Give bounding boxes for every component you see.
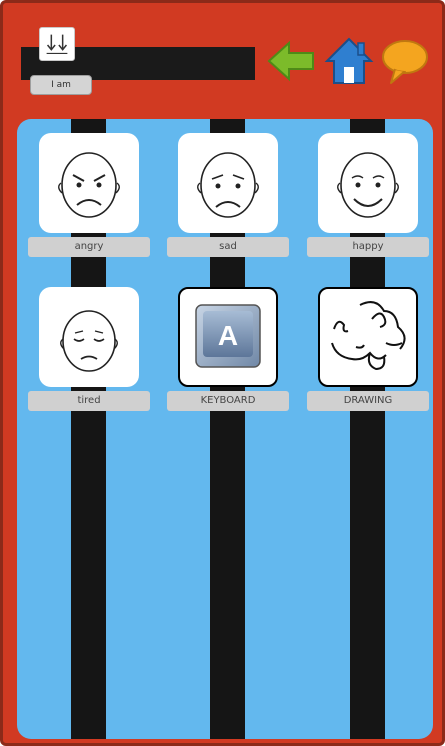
keyboard-key-icon: A xyxy=(195,304,261,368)
tile-tired[interactable] xyxy=(39,287,139,387)
tile-keyboard[interactable]: A xyxy=(178,287,278,387)
sentence-word-tile[interactable] xyxy=(39,27,75,61)
tile-label-tired: tired xyxy=(28,391,150,411)
symbol-grid-panel: angry sad happy tired A KEYBOARD DRAWING xyxy=(17,119,433,739)
tile-happy[interactable] xyxy=(318,133,418,233)
tile-label-angry: angry xyxy=(28,237,150,257)
speak-button[interactable] xyxy=(379,33,431,89)
speech-bubble-icon xyxy=(382,40,428,84)
angry-face-icon xyxy=(58,152,120,218)
tile-sad[interactable] xyxy=(178,133,278,233)
sentence-word-label: I am xyxy=(30,75,92,95)
sad-face-icon xyxy=(197,152,259,218)
home-button[interactable] xyxy=(323,33,375,89)
home-icon xyxy=(324,37,374,84)
tile-label-sad: sad xyxy=(167,237,289,257)
arrows-down-icon xyxy=(46,34,68,55)
back-button[interactable] xyxy=(265,33,317,89)
tile-drawing[interactable] xyxy=(318,287,418,387)
happy-face-icon xyxy=(337,152,399,218)
tired-face-icon xyxy=(60,310,118,372)
tile-label-keyboard: KEYBOARD xyxy=(167,391,289,411)
tile-angry[interactable] xyxy=(39,133,139,233)
tile-label-happy: happy xyxy=(307,237,429,257)
back-arrow-icon xyxy=(267,40,314,82)
tile-label-drawing: DRAWING xyxy=(307,391,429,411)
keyboard-key-letter: A xyxy=(218,320,238,351)
drawing-icon xyxy=(331,301,406,371)
app-frame: I am angry sad happy tired A KEYBOARD DR… xyxy=(0,0,445,746)
